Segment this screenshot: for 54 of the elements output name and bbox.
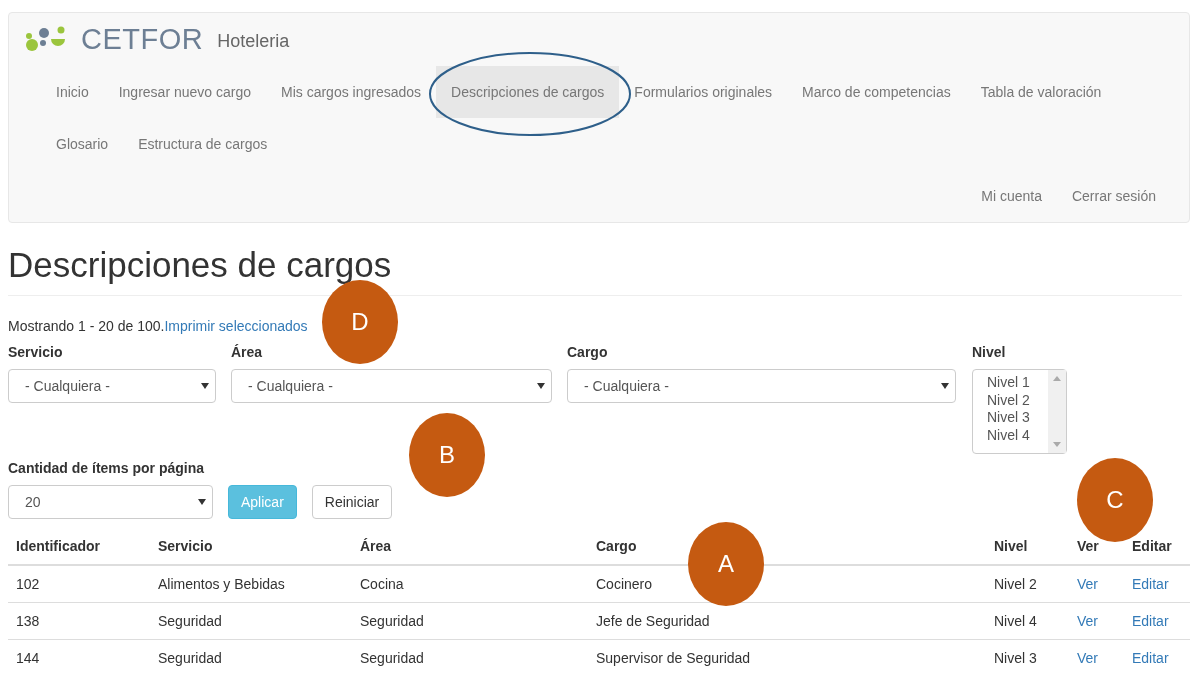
filter-select[interactable]: - Cualquiera - [567,369,956,403]
nav-link[interactable]: Tabla de valoración [965,66,1117,118]
column-header: Área [352,527,588,565]
column-header: Servicio [150,527,352,565]
reset-button[interactable]: Reiniciar [311,485,393,519]
nav-link[interactable]: Formularios originales [619,66,788,118]
table-cell: Seguridad [352,602,588,639]
filter-label: Nivel [972,344,1007,360]
table-cell: Cocina [352,565,588,602]
nav-link[interactable]: Glosario [41,118,124,170]
edit-link[interactable]: Editar [1132,649,1169,666]
nav-link[interactable]: Ingresar nuevo cargo [103,66,266,118]
table-cell: Supervisor de Seguridad [588,639,986,673]
annotation-marker: B [409,413,485,497]
brand-name: CETFOR [81,22,204,56]
list-option[interactable]: Nivel 4 [987,426,1048,444]
filter-select[interactable]: - Cualquiera - [231,369,552,403]
filter-label: Área [231,344,264,360]
table-cell: Nivel 4 [986,602,1069,639]
table-cell: 138 [8,602,150,639]
table-cell: Seguridad [150,639,352,673]
nav-link[interactable]: Inicio [41,66,104,118]
view-link[interactable]: Ver [1077,612,1098,629]
level-listbox[interactable]: Nivel 1 Nivel 2 Nivel 3 Nivel 4 [972,369,1067,454]
column-header: Nivel [986,527,1069,565]
column-header: Identificador [8,527,150,565]
table-cell: Seguridad [150,602,352,639]
view-link[interactable]: Ver [1077,575,1098,592]
results-summary: Mostrando 1 - 20 de 100.Imprimir seleccionados [8,318,308,334]
table-cell: Seguridad [352,639,588,673]
table-cell: Alimentos y Bebidas [150,565,352,602]
table-cell: Nivel 2 [986,565,1069,602]
per-page-label: Cantidad de ítems por página [8,460,206,476]
filter-label: Cargo [567,344,609,360]
table-cell: Nivel 3 [986,639,1069,673]
table-cell: 144 [8,639,150,673]
account-link[interactable]: Cerrar sesión [1056,170,1171,222]
brand-subtitle: Hoteleria [217,30,290,52]
nav-link[interactable]: Marco de competencias [787,66,966,118]
list-option[interactable]: Nivel 3 [987,409,1048,427]
nav-link[interactable]: Estructura de cargos [123,118,283,170]
table-cell: 102 [8,565,150,602]
edit-link[interactable]: Editar [1132,612,1169,629]
list-option[interactable]: Nivel 2 [987,391,1048,409]
nav-link[interactable]: Mis cargos ingresados [266,66,437,118]
view-link[interactable]: Ver [1077,649,1098,666]
per-page-select[interactable]: 20 [8,485,213,519]
list-option[interactable]: Nivel 1 [987,374,1048,392]
nav-link[interactable]: Descripciones de cargos [436,66,620,118]
print-selected-link[interactable]: Imprimir seleccionados [164,318,308,334]
edit-link[interactable]: Editar [1132,575,1169,592]
account-link[interactable]: Mi cuenta [966,170,1057,222]
filter-select[interactable]: - Cualquiera - [8,369,216,403]
filter-label: Servicio [8,344,64,360]
